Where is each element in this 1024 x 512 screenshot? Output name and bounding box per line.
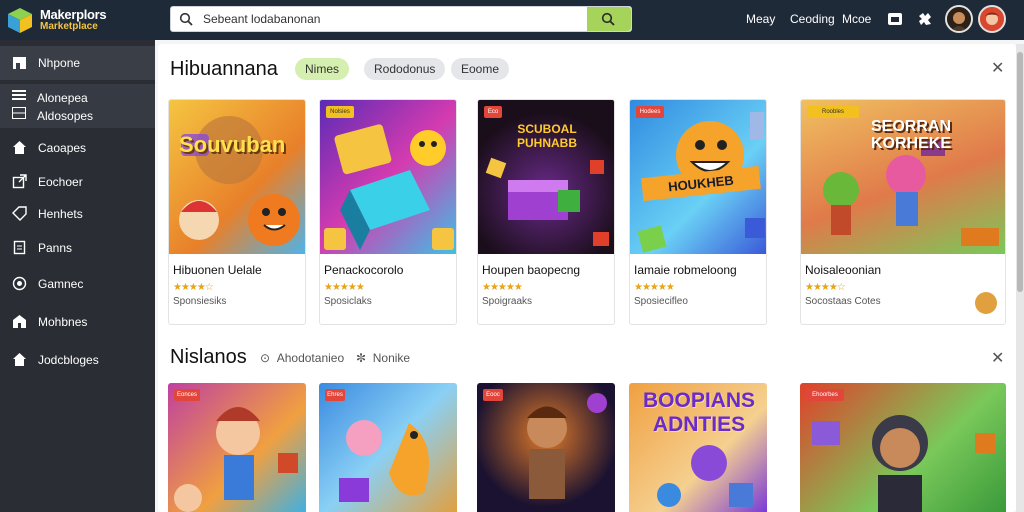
chip-filter-1[interactable]: Nimes <box>295 58 350 80</box>
cookie-icon <box>975 292 997 314</box>
card-image <box>320 100 456 254</box>
card-badge: Ehres <box>325 389 345 401</box>
puzzle-icon[interactable] <box>916 10 934 28</box>
cube-icon <box>8 8 32 33</box>
app-logo[interactable]: Makerplors Marketplace <box>6 4 132 36</box>
profile-avatar[interactable] <box>978 5 1006 33</box>
sidebar-item-8[interactable]: Jodcbloges <box>0 343 155 377</box>
product-card[interactable]: Roobles SEORRAN KORHEKE Noisaleoonian ★★… <box>800 99 1006 325</box>
search-icon <box>179 12 193 26</box>
product-card[interactable]: Ehres <box>319 383 457 512</box>
nav-link-3[interactable]: Mcoe <box>842 12 871 26</box>
sidebar-subitem-2[interactable]: Aldosopes <box>12 107 93 125</box>
chip-filter-2[interactable]: Rododonus <box>364 58 446 80</box>
card-badge: Eooc <box>483 389 503 401</box>
search-button[interactable] <box>587 7 631 31</box>
card-badge: Ehoorbes <box>806 389 844 401</box>
logo-subtitle: Marketplace <box>40 21 98 32</box>
file-icon <box>13 240 26 255</box>
product-card[interactable]: Hodees HOUKHEB Iamaie robmeloong ★★★★★ S… <box>629 99 767 325</box>
sidebar-item-2[interactable]: Caoapes <box>0 131 155 165</box>
card-title: Penackocorolo <box>324 263 404 277</box>
rating-stars: ★★★★★ <box>482 282 523 293</box>
sidebar-item-4[interactable]: Henhets <box>0 197 155 231</box>
card-price: Sponsiesiks <box>173 296 227 307</box>
card-badge: Hodees <box>636 106 664 118</box>
product-card[interactable]: Eonces <box>168 383 306 512</box>
home-filled-icon <box>13 353 26 366</box>
product-card[interactable]: Souvuban Hibuonen Uelale ★★★★☆ Sponsiesi… <box>168 99 306 325</box>
home-icon <box>13 141 26 154</box>
scrollbar[interactable] <box>1016 44 1024 512</box>
sidebar-item-6[interactable]: Gamnec <box>0 267 155 301</box>
sidebar: Nhpone Alonepea Aldosopes Caoapes Eochoe… <box>0 40 155 512</box>
rating-stars: ★★★★★ <box>634 282 675 293</box>
external-link-icon <box>12 174 27 189</box>
card-badge: Eonces <box>174 389 200 401</box>
section-title: Hibuannana <box>170 58 278 80</box>
settings-icon: ✼ <box>356 351 367 365</box>
avatar[interactable] <box>945 5 973 33</box>
sidebar-subitem-1[interactable]: Alonepea <box>12 89 88 107</box>
card-title: Iamaie robmeloong <box>634 263 737 277</box>
card-price: Sposiecifleo <box>634 296 688 307</box>
section-title: Nislanos <box>170 346 247 368</box>
chip-filter-3[interactable]: Eoome <box>451 58 510 80</box>
scrollbar-thumb[interactable] <box>1017 52 1023 292</box>
card-image <box>169 100 305 254</box>
search-icon <box>601 12 615 26</box>
card-price: Sposiclaks <box>324 296 372 307</box>
section-meta-1[interactable]: ⊙ Ahodotanieo <box>260 351 344 365</box>
rating-stars: ★★★★★ <box>324 282 365 293</box>
sidebar-item-label: Nhpone <box>38 56 81 70</box>
rating-stars: ★★★★☆ <box>173 282 214 293</box>
close-icon[interactable]: ✕ <box>991 348 1004 368</box>
clock-icon: ⊙ <box>260 351 271 365</box>
card-badge: Eco <box>484 106 502 118</box>
card-title: Noisaleoonian <box>805 263 882 277</box>
sidebar-item-7[interactable]: Mohbnes <box>0 305 155 339</box>
top-bar: Makerplors Marketplace Sebeant lodabanon… <box>0 0 1024 40</box>
grid-icon <box>12 107 26 119</box>
target-icon <box>12 276 27 291</box>
card-art-title: Souvuban <box>179 132 286 157</box>
list-icon <box>12 90 26 100</box>
card-price: Spoigraaks <box>482 296 533 307</box>
product-card[interactable]: Nolsies Penackocorolo ★★★★★ Sposiclaks <box>319 99 457 325</box>
nav-link-2[interactable]: Ceoding <box>790 12 835 26</box>
sidebar-item-5[interactable]: Panns <box>0 231 155 265</box>
product-card[interactable]: Eco SCUBOAL PUHNABB Houpen baopecng ★★★★… <box>477 99 615 325</box>
card-badge: Nolsies <box>326 106 354 118</box>
card-art-title: SCUBOAL PUHNABB <box>517 122 577 150</box>
search-input[interactable]: Sebeant lodabanonan <box>203 12 320 26</box>
sidebar-item-3[interactable]: Eochoer <box>0 165 155 199</box>
card-badge: Roobles <box>807 106 859 118</box>
sidebar-group: Alonepea Aldosopes <box>0 84 155 128</box>
close-icon[interactable]: ✕ <box>991 58 1004 78</box>
card-price: Socostaas Cotes <box>805 296 881 307</box>
product-card[interactable]: Eooc <box>477 383 615 512</box>
product-card[interactable]: BOOPIANS ADNTIES <box>629 383 767 512</box>
section-meta-2[interactable]: ✼ Nonike <box>356 351 410 365</box>
card-title: Hibuonen Uelale <box>173 263 262 277</box>
logo-title: Makerplors <box>40 7 107 22</box>
search-bar[interactable]: Sebeant lodabanonan <box>170 6 632 32</box>
product-card[interactable]: Ehoorbes <box>800 383 1006 512</box>
card-art-title: SEORRAN KORHEKE <box>870 118 951 152</box>
tag-icon <box>12 206 27 221</box>
rating-stars: ★★★★☆ <box>805 282 846 293</box>
nav-link-1[interactable]: Meay <box>746 12 775 26</box>
card-title: Houpen baopecng <box>482 263 581 277</box>
store-icon <box>13 57 26 69</box>
sidebar-item-home[interactable]: Nhpone <box>0 46 155 80</box>
window-icon[interactable] <box>886 10 904 28</box>
house-icon <box>13 315 26 328</box>
